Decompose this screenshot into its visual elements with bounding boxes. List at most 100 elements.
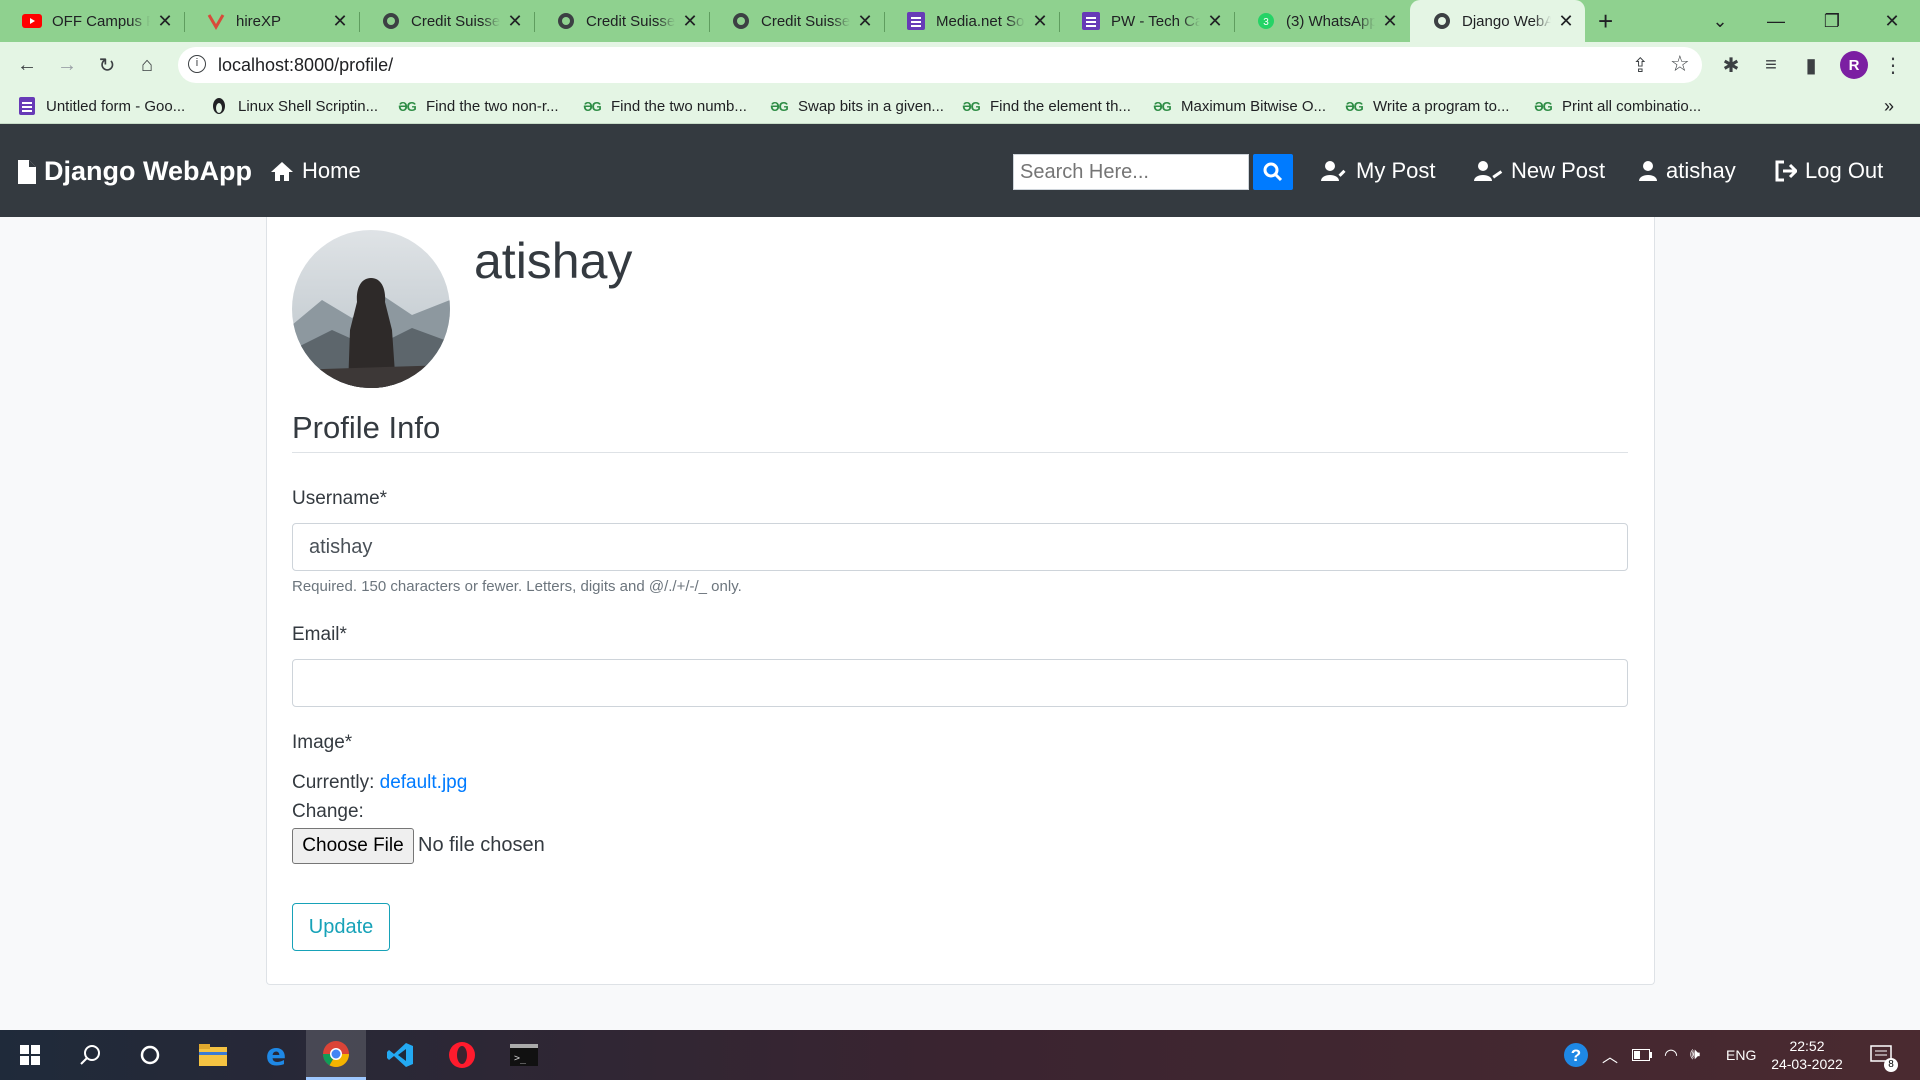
forward-icon[interactable]: → [52, 50, 82, 80]
new-tab-button[interactable]: + [1598, 6, 1613, 37]
browser-tab[interactable]: Media.net Sof ✕ [884, 0, 1059, 42]
restore-button[interactable]: ❐ [1804, 0, 1860, 42]
profile-card [266, 217, 1655, 985]
tab-title: Credit Suisse ( [761, 12, 850, 30]
close-icon[interactable]: ✕ [856, 11, 874, 32]
hirexp-icon [206, 11, 226, 31]
username-field[interactable]: atishay [292, 523, 1628, 571]
bookmark-item[interactable]: ƏG Swap bits in a given... [770, 94, 944, 118]
gfg-icon: ƏG [770, 98, 789, 114]
bookmark-item[interactable]: Untitled form - Goo... [18, 94, 185, 118]
profile-username-heading: atishay [474, 233, 633, 289]
cortana-icon[interactable] [120, 1030, 180, 1080]
close-icon[interactable]: ✕ [1557, 11, 1575, 32]
browser-tab[interactable]: Credit Suisse ( ✕ [534, 0, 709, 42]
wifi-icon[interactable]: ◠ [1664, 1030, 1678, 1080]
browser-tab[interactable]: Credit Suisse ( ✕ [709, 0, 884, 42]
forms-icon [906, 11, 926, 31]
tray-chevron-icon[interactable]: ︿ [1602, 1030, 1618, 1080]
browser-tab[interactable]: PW - Tech Car ✕ [1059, 0, 1234, 42]
menu-dots-icon[interactable]: ⋮ [1878, 50, 1908, 80]
gfg-icon: ƏG [1534, 98, 1553, 114]
browser-tab[interactable]: Credit Suisse ( ✕ [359, 0, 534, 42]
edge-icon[interactable]: e [246, 1030, 306, 1080]
help-icon[interactable]: ? [1562, 1030, 1590, 1080]
gfg-icon: ƏG [1345, 98, 1364, 114]
profile-avatar[interactable]: R [1840, 51, 1868, 79]
address-bar[interactable]: i localhost:8000/profile/ ⇪ ☆ [178, 47, 1702, 83]
browser-tab[interactable]: OFF Campus F ✕ [0, 0, 184, 42]
current-image-link[interactable]: default.jpg [380, 772, 468, 793]
tab-title: Credit Suisse ( [411, 12, 500, 30]
reload-icon[interactable]: ↻ [92, 50, 122, 80]
close-icon[interactable]: ✕ [156, 11, 174, 32]
home-icon[interactable]: ⌂ [132, 50, 162, 80]
chrome-icon[interactable] [306, 1030, 366, 1080]
close-icon[interactable]: ✕ [331, 11, 349, 32]
extensions-icon[interactable]: ✱ [1716, 50, 1746, 80]
notifications-icon[interactable]: 8 [1870, 1030, 1898, 1080]
username-help-text: Required. 150 characters or fewer. Lette… [292, 578, 742, 595]
nav-home[interactable]: Home [270, 158, 361, 184]
nav-my-post[interactable]: My Post [1320, 158, 1435, 184]
browser-tab[interactable]: hireXP ✕ [184, 0, 359, 42]
clock[interactable]: 22:52 24-03-2022 [1766, 1030, 1848, 1080]
bookmark-item[interactable]: ƏG Find the two numb... [583, 94, 747, 118]
bookmark-item[interactable]: ƏG Print all combinatio... [1534, 94, 1701, 118]
tab-title: OFF Campus F [52, 12, 150, 30]
tab-title: PW - Tech Car [1111, 12, 1200, 30]
tab-search-icon[interactable]: ⌄ [1692, 0, 1748, 42]
globe-icon [731, 11, 751, 31]
site-info-icon[interactable]: i [188, 55, 206, 73]
choose-file-button[interactable]: Choose File [292, 828, 414, 864]
media-control-icon[interactable]: ≡ [1756, 50, 1786, 80]
bookmark-item[interactable]: ƏG Find the element th... [962, 94, 1131, 118]
vscode-icon[interactable] [370, 1030, 430, 1080]
close-icon[interactable]: ✕ [1206, 11, 1224, 32]
windows-start-icon[interactable] [0, 1030, 60, 1080]
search-button[interactable] [1253, 154, 1293, 190]
svg-text:3: 3 [1263, 17, 1269, 28]
bookmarks-overflow-icon[interactable]: » [1884, 94, 1894, 118]
svg-text:?: ? [1571, 1046, 1581, 1065]
language-indicator[interactable]: ENG [1726, 1030, 1756, 1080]
gfg-icon: ƏG [1153, 98, 1172, 114]
notification-count-badge: 8 [1884, 1058, 1898, 1072]
close-icon[interactable]: ✕ [1031, 11, 1049, 32]
volume-icon[interactable]: 🕪 [1690, 1030, 1700, 1080]
brand-link[interactable]: Django WebApp [18, 156, 252, 187]
user-icon [1639, 161, 1657, 181]
side-panel-icon[interactable]: ▮ [1796, 50, 1826, 80]
search-icon[interactable] [60, 1030, 120, 1080]
search-input[interactable] [1013, 154, 1249, 190]
bookmark-item[interactable]: ƏG Find the two non-r... [398, 94, 558, 118]
bookmark-item[interactable]: ƏG Write a program to... [1345, 94, 1509, 118]
opera-icon[interactable] [432, 1030, 492, 1080]
battery-icon[interactable] [1632, 1030, 1652, 1080]
user-edit-icon [1321, 161, 1346, 181]
forms-icon [18, 97, 36, 115]
share-icon[interactable]: ⇪ [1632, 53, 1649, 78]
terminal-icon[interactable]: >_ [494, 1030, 554, 1080]
bookmark-star-icon[interactable]: ☆ [1670, 51, 1690, 77]
email-field[interactable] [292, 659, 1628, 707]
bookmark-item[interactable]: Linux Shell Scriptin... [210, 94, 378, 118]
close-icon[interactable]: ✕ [681, 11, 699, 32]
nav-user[interactable]: atishay [1638, 158, 1736, 184]
user-plus-icon [1474, 161, 1503, 181]
close-window-button[interactable]: ✕ [1864, 0, 1920, 42]
update-button[interactable]: Update [292, 903, 390, 951]
minimize-button[interactable]: — [1748, 0, 1804, 42]
file-explorer-icon[interactable] [183, 1030, 243, 1080]
close-icon[interactable]: ✕ [1381, 11, 1399, 32]
nav-new-post[interactable]: New Post [1473, 158, 1605, 184]
nav-logout[interactable]: Log Out [1775, 158, 1883, 184]
globe-icon [381, 11, 401, 31]
change-label: Change: [292, 801, 364, 822]
browser-tab-active[interactable]: Django WebA ✕ [1410, 0, 1585, 42]
back-icon[interactable]: ← [12, 50, 42, 80]
site-navbar: Django WebApp Home My Post New Post atis… [0, 124, 1920, 217]
close-icon[interactable]: ✕ [506, 11, 524, 32]
bookmark-item[interactable]: ƏG Maximum Bitwise O... [1153, 94, 1326, 118]
browser-tab[interactable]: 3 (3) WhatsApp ✕ [1234, 0, 1409, 42]
